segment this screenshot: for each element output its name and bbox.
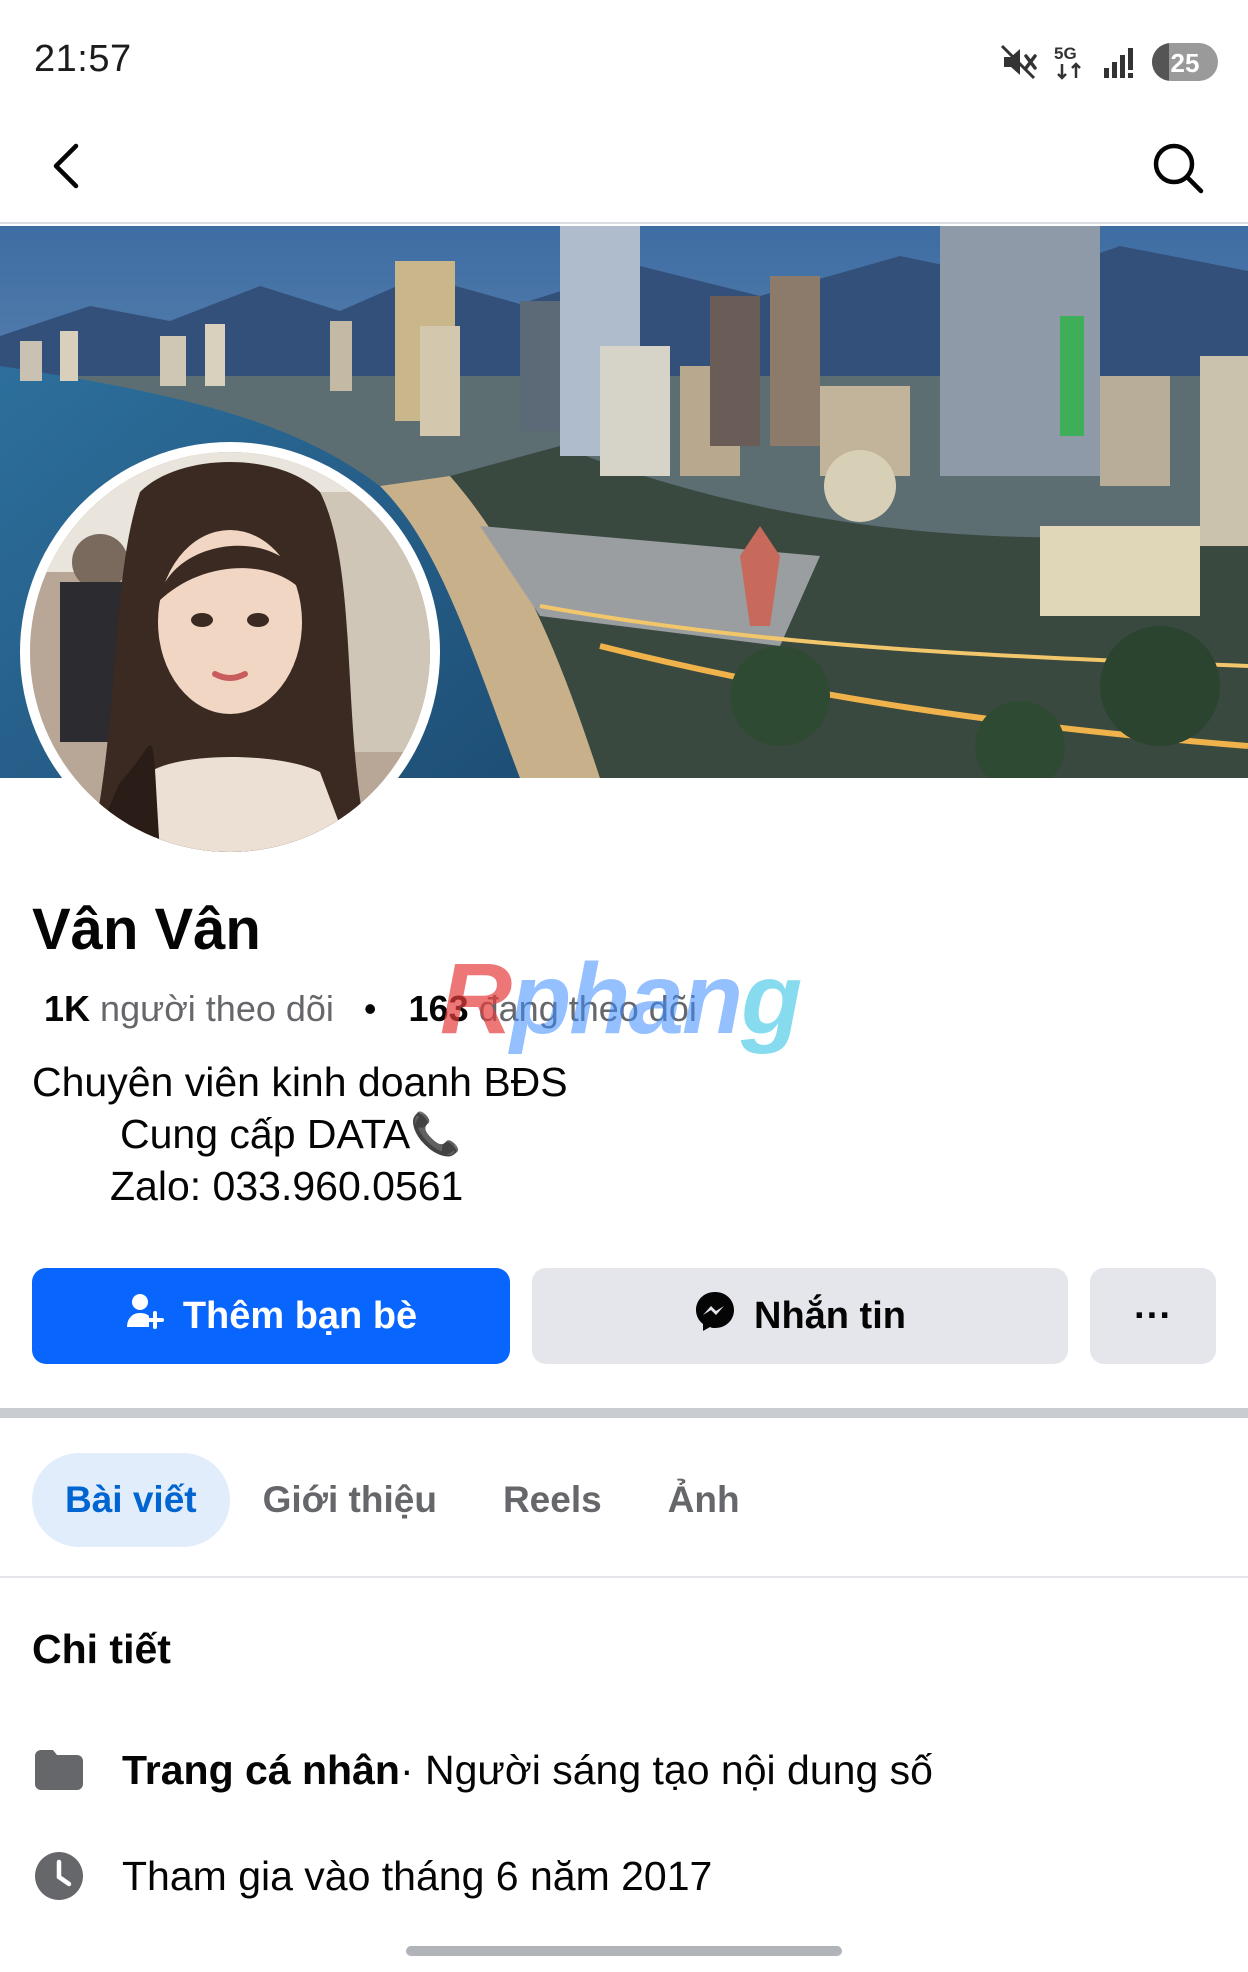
watermark-part-1: R	[440, 943, 512, 1055]
home-indicator[interactable]	[406, 1946, 842, 1956]
back-arrow-icon[interactable]	[40, 136, 100, 196]
mute-icon	[1000, 43, 1038, 81]
joined-text: Tham gia vào tháng 6 năm 2017	[122, 1852, 713, 1899]
bio-line: Cung cấp DATA📞	[120, 1111, 462, 1157]
add-friend-label: Thêm bạn bè	[182, 1294, 418, 1337]
page-type-bold: Trang cá nhân	[122, 1746, 400, 1793]
profile-bio: Chuyên viên kinh doanh BĐS Cung cấp DATA📞…	[32, 1056, 832, 1212]
profile-tabs: Bài viết Giới thiệu Reels Ảnh	[32, 1452, 773, 1548]
detail-page-type: Trang cá nhân · Người sáng tạo nội dung …	[32, 1740, 933, 1800]
network-label: 5G	[1054, 44, 1077, 63]
search-icon[interactable]	[1148, 138, 1208, 198]
top-nav-bar	[0, 110, 1248, 224]
page-icon	[32, 1743, 86, 1797]
watermark-part-3: g	[741, 943, 802, 1055]
tab-posts[interactable]: Bài viết	[32, 1453, 230, 1547]
battery-icon: 25	[1152, 43, 1218, 81]
more-options-button[interactable]: ···	[1090, 1268, 1216, 1364]
status-icons: 5G 25	[1000, 40, 1218, 84]
tab-photos[interactable]: Ảnh	[635, 1453, 773, 1547]
bio-line: Zalo: 033.960.0561	[110, 1163, 464, 1209]
tab-reels[interactable]: Reels	[470, 1453, 635, 1547]
tab-about[interactable]: Giới thiệu	[230, 1453, 470, 1547]
profile-avatar[interactable]	[30, 452, 430, 852]
section-divider	[0, 1408, 1248, 1418]
message-button[interactable]: Nhắn tin	[532, 1268, 1068, 1364]
watermark-logo: Rphang	[440, 942, 802, 1057]
profile-name: Vân Vân	[32, 897, 261, 962]
message-label: Nhắn tin	[754, 1294, 906, 1337]
watermark-part-2: phan	[510, 943, 743, 1055]
detail-joined: Tham gia vào tháng 6 năm 2017	[32, 1846, 712, 1906]
5g-icon: 5G	[1052, 42, 1088, 82]
signal-icon	[1102, 44, 1138, 80]
clock-icon	[32, 1849, 86, 1903]
tabs-divider	[0, 1576, 1248, 1578]
add-friend-icon	[125, 1291, 165, 1341]
more-icon: ···	[1134, 1294, 1172, 1337]
followers-count[interactable]: 1K	[44, 988, 90, 1029]
add-friend-button[interactable]: Thêm bạn bè	[32, 1268, 510, 1364]
messenger-icon	[694, 1290, 736, 1342]
battery-level: 25	[1170, 48, 1200, 78]
status-time: 21:57	[34, 38, 132, 80]
followers-label[interactable]: người theo dõi	[100, 988, 334, 1029]
page-type-rest: · Người sáng tạo nội dung số	[399, 1746, 933, 1793]
stats-separator: •	[363, 988, 377, 1029]
bio-line: Chuyên viên kinh doanh BĐS	[32, 1059, 568, 1105]
status-bar: 21:57 5G 25	[0, 0, 1248, 110]
details-title: Chi tiết	[32, 1626, 171, 1672]
